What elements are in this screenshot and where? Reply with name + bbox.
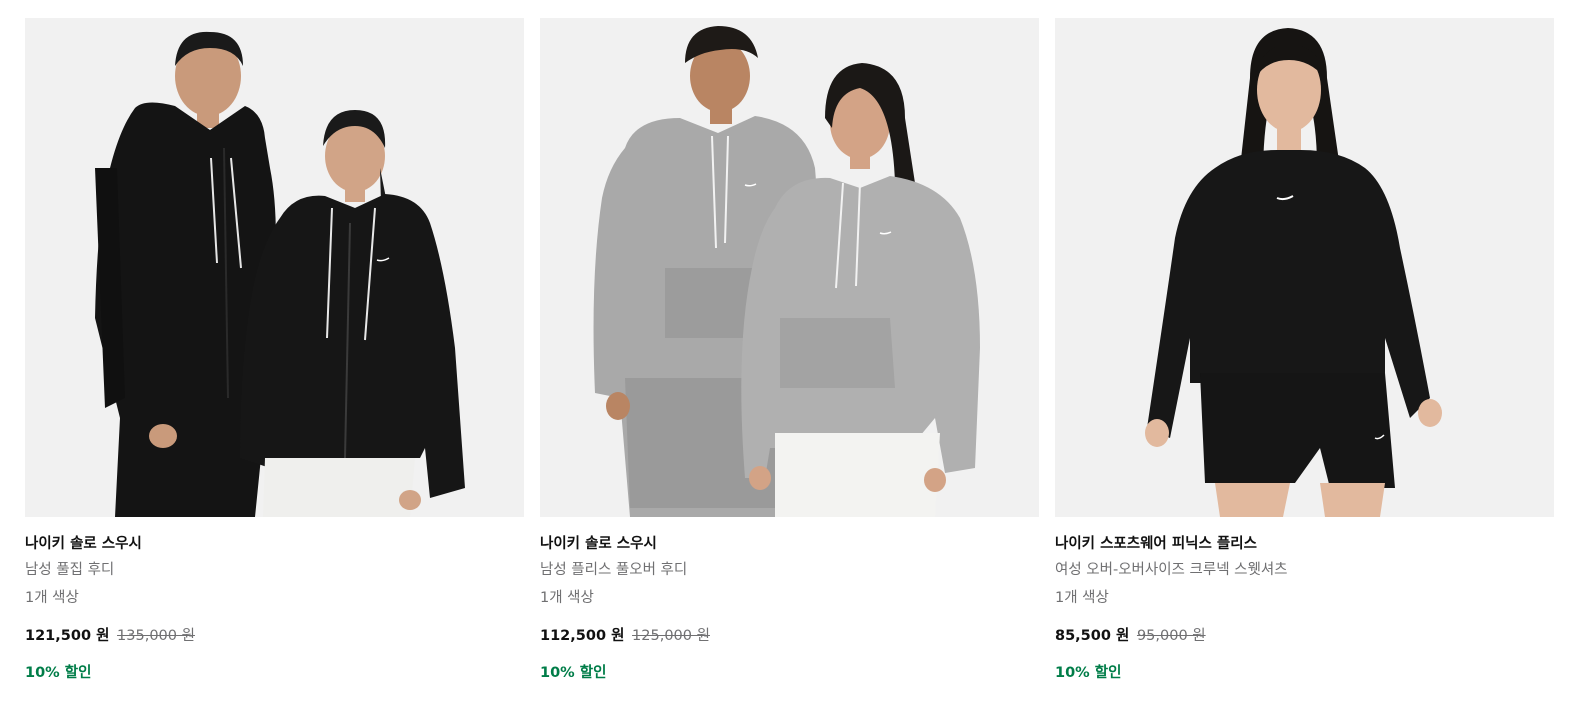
product-card[interactable]: 나이키 스포츠웨어 피닉스 플리스 여성 오버-오버사이즈 크루넥 스웻셔츠 1… [1055, 18, 1554, 682]
original-price: 125,000 원 [632, 628, 710, 644]
product-image-grey-pullover-hoodies[interactable] [540, 18, 1039, 517]
price-row: 121,500 원 135,000 원 [25, 627, 524, 645]
sale-price: 85,500 원 [1055, 628, 1130, 644]
product-subtitle: 남성 플리스 풀오버 후디 [540, 562, 688, 578]
product-title[interactable]: 나이키 솔로 스우시 [540, 535, 1039, 553]
product-card[interactable]: 나이키 솔로 스우시 남성 풀집 후디 1개 색상 121,500 원 135,… [25, 18, 524, 682]
original-price: 95,000 원 [1136, 628, 1206, 644]
product-subtitle: 여성 오버-오버사이즈 크루넥 스웻셔츠 [1055, 562, 1288, 578]
price-row: 112,500 원 125,000 원 [540, 627, 1039, 645]
product-title[interactable]: 나이키 스포츠웨어 피닉스 플리스 [1055, 535, 1554, 553]
discount-badge: 10% 할인 [540, 665, 607, 681]
product-color-count[interactable]: 1개 색상 [540, 589, 1039, 607]
product-card[interactable]: 나이키 솔로 스우시 남성 플리스 풀오버 후디 1개 색상 112,500 원… [540, 18, 1039, 682]
product-title[interactable]: 나이키 솔로 스우시 [25, 535, 524, 553]
discount-badge: 10% 할인 [1055, 665, 1122, 681]
price-row: 85,500 원 95,000 원 [1055, 627, 1554, 645]
product-image-black-full-zip-hoodies[interactable] [25, 18, 524, 517]
product-subtitle: 남성 풀집 후디 [25, 562, 115, 578]
product-grid: 나이키 솔로 스우시 남성 풀집 후디 1개 색상 121,500 원 135,… [25, 18, 1554, 682]
discount-badge: 10% 할인 [25, 665, 92, 681]
sale-price: 121,500 원 [25, 628, 110, 644]
product-color-count[interactable]: 1개 색상 [25, 589, 524, 607]
product-image-black-crewneck-sweatshirt[interactable] [1055, 18, 1554, 517]
original-price: 135,000 원 [117, 628, 195, 644]
sale-price: 112,500 원 [540, 628, 625, 644]
product-color-count[interactable]: 1개 색상 [1055, 589, 1554, 607]
